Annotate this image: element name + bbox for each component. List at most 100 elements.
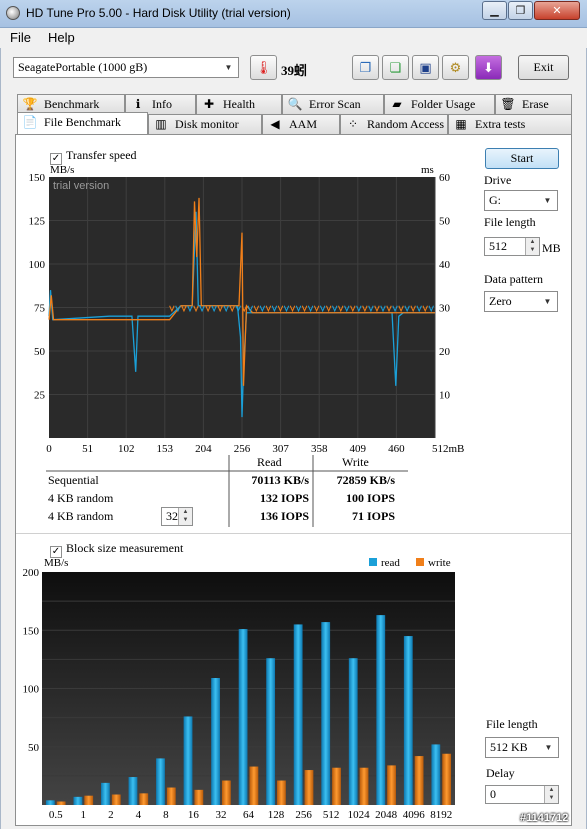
block-file-length-label: File length xyxy=(486,717,538,731)
block-x-tick-label: 4096 xyxy=(403,809,426,821)
options-button[interactable]: ⚙ xyxy=(442,55,469,80)
watermark-id: #1141712 xyxy=(520,812,569,824)
tab-label: Folder Usage xyxy=(411,97,476,111)
block-x-tick-label: 64 xyxy=(243,809,255,821)
bar-write xyxy=(166,787,176,805)
block-x-tick-label: 0.5 xyxy=(49,809,63,821)
bar-read xyxy=(403,636,413,805)
bar-read xyxy=(266,658,276,805)
bar-write xyxy=(277,780,286,805)
file-length-stepper[interactable]: 512 ▲ ▼ xyxy=(484,237,540,256)
bar-read xyxy=(431,744,441,805)
block-y-tick-label: 200 xyxy=(23,567,40,579)
tab-health[interactable]: ✚ Health xyxy=(196,94,282,114)
block-x-tick-label: 128 xyxy=(268,809,285,821)
thermometer-icon: 🌡 xyxy=(255,61,272,76)
download-button[interactable]: ⬇ xyxy=(475,55,502,80)
copy-button[interactable]: ❐ xyxy=(352,55,379,80)
copy-all-button[interactable]: ❏ xyxy=(382,55,409,80)
error-scan-icon: 🔍 xyxy=(287,97,303,111)
tab-folder-usage[interactable]: ▰ Folder Usage xyxy=(384,94,495,114)
bar-write xyxy=(56,801,66,805)
file-benchmark-panel: ✓ Transfer speed MB/s ms 150 125 100 75 50 25 6… xyxy=(15,134,572,826)
tab-benchmark[interactable]: 🏆 Benchmark xyxy=(17,94,125,114)
app-icon xyxy=(6,6,20,20)
start-button[interactable]: Start xyxy=(485,148,559,169)
tab-disk-monitor[interactable]: ▥ Disk monitor xyxy=(148,114,262,134)
drive-label: Drive xyxy=(484,173,512,187)
health-icon: ✚ xyxy=(203,97,215,111)
block-x-tick-label: 32 xyxy=(215,809,226,821)
tab-label: Disk monitor xyxy=(175,117,239,131)
download-icon: ⬇ xyxy=(483,61,494,76)
tab-extra-tests[interactable]: ▦ Extra tests xyxy=(448,114,572,134)
tab-label: AAM xyxy=(289,117,318,131)
minimize-button[interactable]: ▁ xyxy=(482,1,507,20)
bar-read xyxy=(45,800,55,805)
temperature-unit: 蚓 xyxy=(294,63,308,78)
bar-write xyxy=(442,753,452,805)
random-access-icon: ⁘ xyxy=(347,117,359,131)
file-length-value: 512 xyxy=(489,239,507,253)
tab-random-access[interactable]: ⁘ Random Access xyxy=(340,114,448,134)
block-x-tick-label: 2048 xyxy=(375,809,398,821)
spinner-arrows-icon: ▲ ▼ xyxy=(544,786,558,803)
save-button[interactable]: ▣ xyxy=(412,55,439,80)
bar-read xyxy=(348,658,358,805)
delay-label: Delay xyxy=(486,766,515,780)
tab-label: Health xyxy=(223,97,255,111)
bar-write xyxy=(359,767,369,805)
temperature-value: 39 xyxy=(281,63,294,78)
title-bar: HD Tune Pro 5.00 - Hard Disk Utility (tr… xyxy=(0,0,587,28)
maximize-button[interactable]: ❐ xyxy=(508,1,533,20)
tab-file-benchmark[interactable]: 📄 File Benchmark xyxy=(17,112,148,134)
tab-error-scan[interactable]: 🔍 Error Scan xyxy=(282,94,384,114)
block-y-tick-label: 50 xyxy=(28,742,40,754)
info-icon: ℹ xyxy=(135,97,141,111)
drive-select[interactable]: SeagatePortable (1000 gB) ▼ xyxy=(13,57,239,78)
menu-file[interactable]: File xyxy=(10,30,31,45)
benchmark-drive-select[interactable]: G: ▼ xyxy=(484,190,558,211)
delay-stepper[interactable]: 0 ▲ ▼ xyxy=(485,785,559,804)
copy-all-icon: ❏ xyxy=(389,60,402,75)
bar-read xyxy=(238,629,248,805)
tab-aam[interactable]: ◀ AAM xyxy=(262,114,340,134)
tab-erase[interactable]: 🗑 Erase xyxy=(495,94,572,114)
data-pattern-label: Data pattern xyxy=(484,272,543,286)
tab-label: Error Scan xyxy=(309,97,361,111)
bar-write xyxy=(332,767,341,805)
chevron-down-icon: ▼ xyxy=(544,743,553,752)
tab-label: File Benchmark xyxy=(44,115,121,129)
temperature-button[interactable]: 🌡 xyxy=(250,55,277,80)
block-x-tick-label: 2 xyxy=(108,809,114,821)
benchmark-drive-value: G: xyxy=(489,193,501,207)
bar-write xyxy=(194,789,204,805)
bar-write xyxy=(111,794,121,805)
block-x-tick-label: 16 xyxy=(188,809,200,821)
bar-write xyxy=(387,765,396,805)
block-y-tick-label: 150 xyxy=(23,625,40,637)
bar-read xyxy=(321,622,331,805)
tab-info[interactable]: ℹ Info xyxy=(125,94,196,114)
exit-button[interactable]: Exit xyxy=(518,55,569,80)
block-x-tick-label: 8192 xyxy=(430,809,452,821)
bar-write xyxy=(139,793,149,805)
drive-select-value: SeagatePortable (1000 gB) xyxy=(18,60,148,74)
block-file-length-value: 512 KB xyxy=(490,740,528,754)
chevron-down-icon: ▼ xyxy=(543,297,552,306)
bar-read xyxy=(211,678,220,805)
close-button[interactable]: ✕ xyxy=(534,1,580,20)
tab-label: Benchmark xyxy=(44,97,100,111)
block-file-length-select[interactable]: 512 KB ▼ xyxy=(485,737,559,758)
spinner-arrows-icon: ▲ ▼ xyxy=(525,238,539,255)
chevron-down-icon: ▼ xyxy=(224,63,233,72)
block-x-tick-label: 4 xyxy=(136,809,142,821)
data-pattern-select[interactable]: Zero ▼ xyxy=(484,291,558,312)
block-x-tick-label: 8 xyxy=(163,809,169,821)
bar-write xyxy=(414,756,424,805)
menu-help[interactable]: Help xyxy=(48,30,75,45)
tab-label: Erase xyxy=(522,97,549,111)
temperature-readout: 39蚓 xyxy=(281,60,307,79)
benchmark-icon: 🏆 xyxy=(22,97,38,111)
block-x-tick-label: 512 xyxy=(323,809,340,821)
